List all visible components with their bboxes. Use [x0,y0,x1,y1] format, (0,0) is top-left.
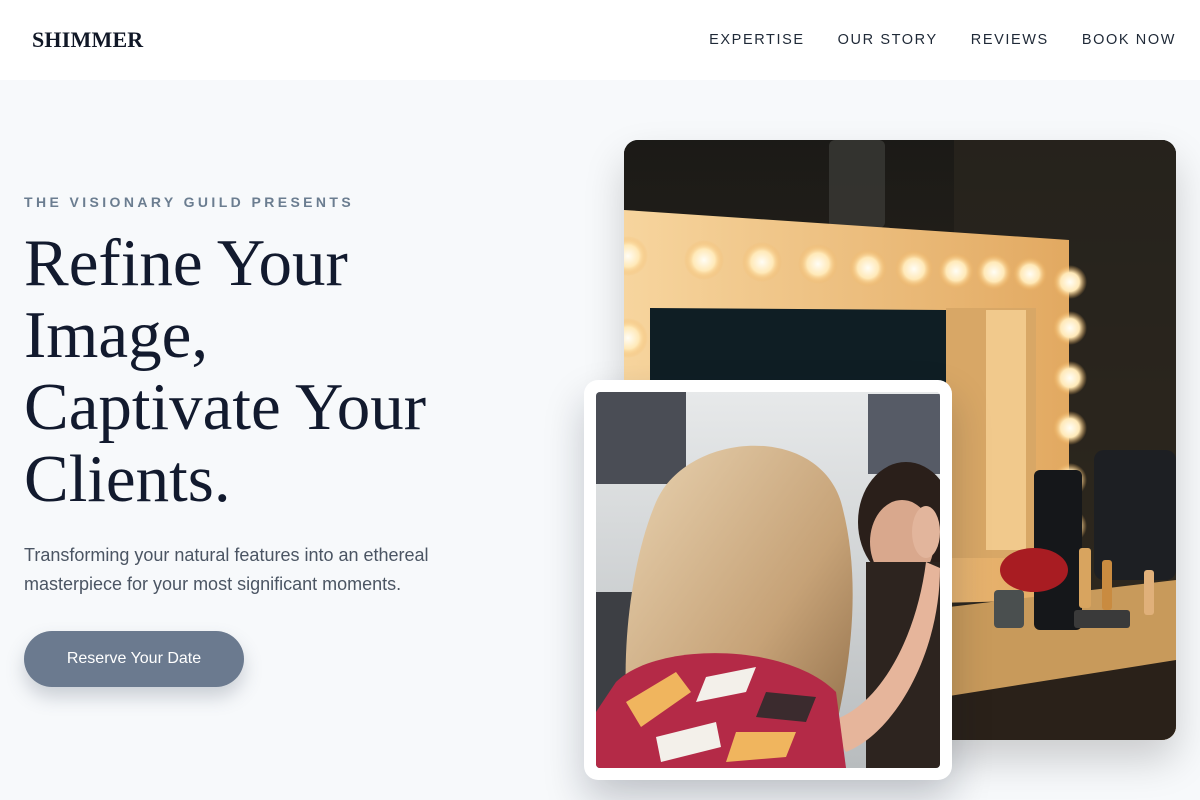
nav-link-reviews[interactable]: REVIEWS [971,32,1049,48]
hero-headline: Refine Your Image, Captivate Your Client… [24,227,544,515]
hero-subtitle: Transforming your natural features into … [24,545,429,594]
hero-section: THE VISIONARY GUILD PRESENTS Refine Your… [24,194,544,687]
headline-line-2: Image, [24,298,209,372]
main-nav: EXPERTISE OUR STORY REVIEWS BOOK NOW [709,32,1176,48]
top-navbar: SHIMMER EXPERTISE OUR STORY REVIEWS BOOK… [0,0,1200,80]
makeup-artist-photo [584,380,952,780]
nav-link-expertise[interactable]: EXPERTISE [709,32,805,48]
brand-logo[interactable]: SHIMMER [32,27,143,53]
headline-line-4: Clients. [24,442,231,516]
nav-link-book-now[interactable]: BOOK NOW [1082,32,1176,48]
headline-line-1: Refine Your [24,226,348,300]
hero-eyebrow: THE VISIONARY GUILD PRESENTS [24,194,355,210]
nav-link-our-story[interactable]: OUR STORY [838,32,938,48]
reserve-date-button[interactable]: Reserve Your Date [24,631,244,687]
makeup-artist-image [596,392,940,768]
headline-line-3: Captivate Your [24,370,426,444]
